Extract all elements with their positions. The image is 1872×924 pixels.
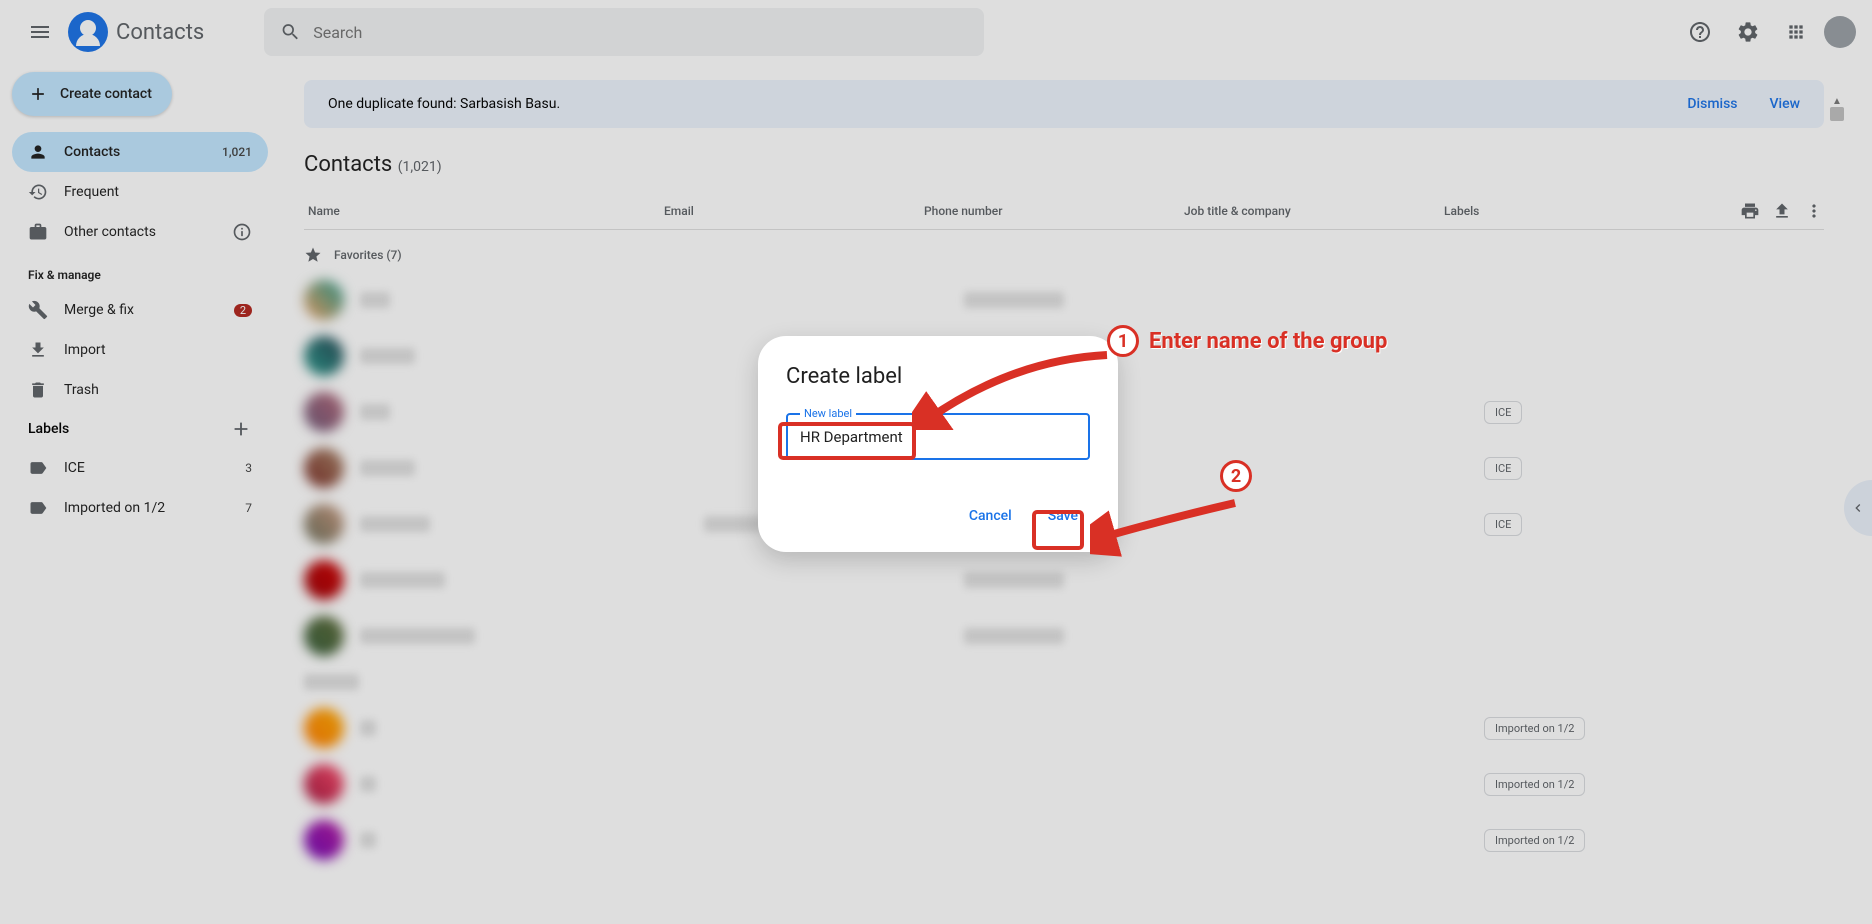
label-name-field[interactable]: New label (786, 413, 1090, 460)
field-floating-label: New label (800, 407, 856, 420)
cancel-button[interactable]: Cancel (957, 500, 1024, 532)
save-button[interactable]: Save (1036, 500, 1090, 532)
dialog-title: Create label (786, 364, 1090, 389)
create-label-dialog: Create label New label Cancel Save (758, 336, 1118, 552)
label-name-input[interactable] (800, 428, 1076, 446)
annotation-step-2: 2 (1220, 460, 1252, 492)
annotation-step-1: 1 Enter name of the group (1107, 325, 1387, 357)
